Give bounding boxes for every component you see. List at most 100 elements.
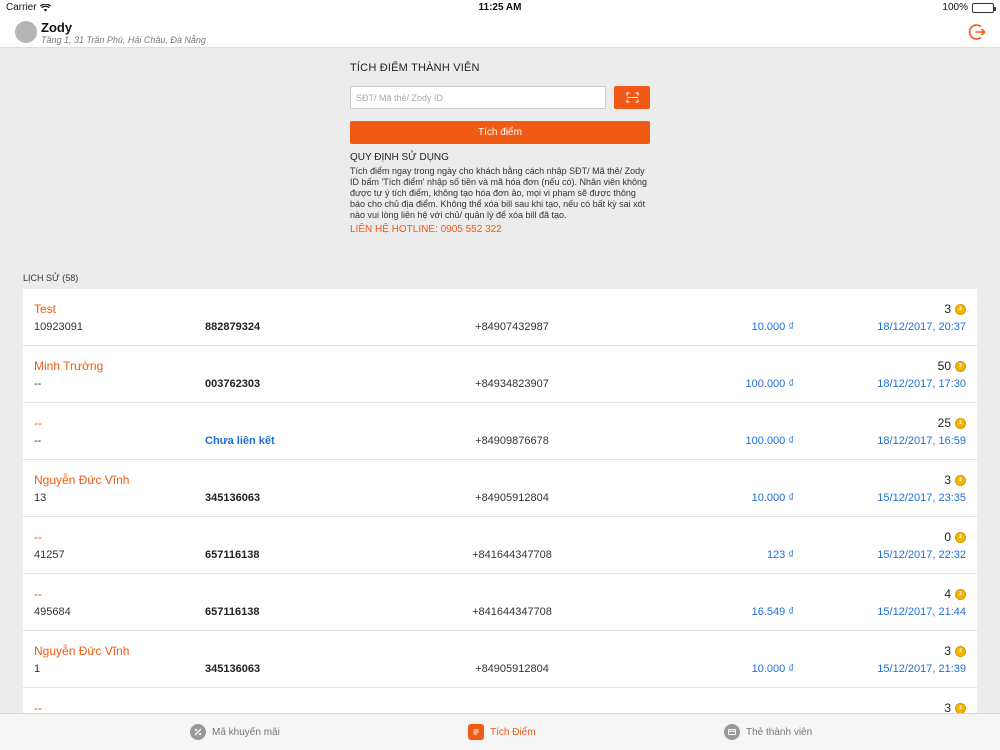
card-number: 345136063 <box>205 492 261 504</box>
rules-title: QUY ĐỊNH SỬ DỤNG <box>350 152 449 163</box>
history-row[interactable]: -- 3z <box>23 688 977 713</box>
bill-amount: 100.000 ₫ <box>745 378 794 390</box>
phone-number: +84905912804 <box>475 663 549 675</box>
hotline-link[interactable]: LIÊN HỆ HOTLINE: 0905 552 322 <box>350 224 650 235</box>
tab-earn-points[interactable]: Tích Điểm <box>468 724 536 740</box>
form-title: TÍCH ĐIỂM THÀNH VIÊN <box>350 62 480 74</box>
phone-number: +84905912804 <box>475 492 549 504</box>
points-earned: 25 z <box>938 416 966 430</box>
coin-icon: z <box>955 531 966 543</box>
bill-amount: 123 ₫ <box>766 549 794 561</box>
gear-badge-icon <box>190 724 206 740</box>
customer-name: Minh Trường <box>34 359 104 373</box>
transaction-date: 15/12/2017, 23:35 <box>877 492 966 504</box>
card-number: 882879324 <box>205 321 261 333</box>
points-earned: 3z <box>944 701 966 713</box>
transaction-date: 15/12/2017, 21:39 <box>877 663 966 675</box>
coin-icon: z <box>955 588 966 600</box>
coin-icon: z <box>955 474 966 486</box>
history-row[interactable]: Test 10923091 882879324 +84907432987 10.… <box>23 289 977 346</box>
search-row <box>350 86 650 109</box>
bill-code: 41257 <box>34 549 65 561</box>
transaction-date: 18/12/2017, 20:37 <box>877 321 966 333</box>
bill-amount: 10.000 ₫ <box>751 663 794 675</box>
customer-name: Test <box>34 302 57 316</box>
card-number: 657116138 <box>205 606 260 618</box>
qr-scan-icon <box>625 92 639 103</box>
battery-indicator: 100% <box>942 2 996 13</box>
receipt-icon <box>468 724 484 740</box>
coin-icon: z <box>955 360 966 372</box>
clock: 11:25 AM <box>478 2 522 13</box>
tab-bar: Mã khuyến mãi Tích Điểm Thẻ thành viên <box>0 713 1000 750</box>
bill-code: -- <box>34 435 42 447</box>
bill-code: 1 <box>34 663 41 675</box>
card-unlinked-status[interactable]: Chưa liên kết <box>205 435 275 447</box>
member-id-input[interactable] <box>350 86 606 109</box>
points-earned: 4z <box>944 587 966 601</box>
card-number: 657116138 <box>205 549 260 561</box>
transaction-date: 15/12/2017, 21:44 <box>877 606 966 618</box>
history-row[interactable]: -- 41257 657116138 +841644347708 123 ₫ 0… <box>23 517 977 574</box>
points-value: 3 <box>944 473 951 487</box>
card-icon <box>724 724 740 740</box>
tab-label: Mã khuyến mãi <box>212 726 280 738</box>
transaction-date: 18/12/2017, 17:30 <box>877 378 966 390</box>
tab-promotions[interactable]: Mã khuyến mãi <box>190 724 280 740</box>
status-bar: Carrier 11:25 AM 100% <box>0 0 1000 16</box>
phone-number: +84907432987 <box>475 321 549 333</box>
phone-number: +841644347708 <box>472 606 552 618</box>
points-form: TÍCH ĐIỂM THÀNH VIÊN Tích điểm QUY ĐỊNH … <box>350 62 650 235</box>
store-address: Tầng 1, 31 Trần Phú, Hải Châu, Đà Nẵng <box>41 35 206 45</box>
bill-code: 10923091 <box>34 321 83 333</box>
card-number: 345136063 <box>205 663 261 675</box>
points-value: 4 <box>944 587 951 601</box>
earn-points-button[interactable]: Tích điểm <box>350 121 650 144</box>
app-header: Zody Tầng 1, 31 Trần Phú, Hải Châu, Đà N… <box>0 16 1000 48</box>
customer-name: Nguyễn Đức Vĩnh <box>34 644 130 658</box>
transaction-date: 18/12/2017, 16:59 <box>877 435 966 447</box>
bill-amount: 10.000 ₫ <box>751 321 794 333</box>
coin-icon: z <box>955 702 966 713</box>
history-row[interactable]: -- 495684 657116138 +841644347708 16.549… <box>23 574 977 631</box>
history-list[interactable]: Test 10923091 882879324 +84907432987 10.… <box>23 289 977 713</box>
phone-number: +84934823907 <box>475 378 549 390</box>
tab-member-card[interactable]: Thẻ thành viên <box>724 724 812 740</box>
customer-name: -- <box>34 701 42 713</box>
customer-name: Nguyễn Đức Vĩnh <box>34 473 130 487</box>
transaction-date: 15/12/2017, 22:32 <box>877 549 966 561</box>
bill-code: -- <box>34 378 42 390</box>
points-earned: 3z <box>944 473 966 487</box>
history-label: LỊCH SỬ (58) <box>23 273 79 283</box>
tab-label: Thẻ thành viên <box>746 726 813 738</box>
points-value: 0 <box>944 530 951 544</box>
customer-name: -- <box>34 530 42 544</box>
history-row[interactable]: Nguyễn Đức Vĩnh 1 345136063 +84905912804… <box>23 631 977 688</box>
store-name: Zody <box>41 20 73 35</box>
logout-icon[interactable] <box>968 23 986 41</box>
points-earned: 50 z <box>938 359 966 373</box>
card-number: 003762303 <box>205 378 261 390</box>
history-row[interactable]: Minh Trường -- 003762303 +84934823907 10… <box>23 346 977 403</box>
points-value: 50 <box>937 359 951 373</box>
points-earned: 0z <box>944 530 966 544</box>
points-value: 25 <box>937 416 951 430</box>
coin-icon: z <box>955 645 966 657</box>
phone-number: +841644347708 <box>472 549 552 561</box>
battery-icon <box>972 2 996 13</box>
bill-amount: 10.000 ₫ <box>751 492 794 504</box>
customer-name: -- <box>34 416 42 430</box>
bill-amount: 16.549 ₫ <box>751 606 794 618</box>
scan-button[interactable] <box>614 86 650 109</box>
points-value: 3 <box>944 302 951 316</box>
points-earned: 3z <box>944 302 966 316</box>
rules-text: Tích điểm ngay trong ngày cho khách bằng… <box>350 166 647 220</box>
avatar[interactable] <box>15 21 37 43</box>
bill-code: 13 <box>34 492 47 504</box>
coin-icon: z <box>955 417 966 429</box>
history-row[interactable]: -- -- Chưa liên kết +84909876678 100.000… <box>23 403 977 460</box>
history-row[interactable]: Nguyễn Đức Vĩnh 13 345136063 +8490591280… <box>23 460 977 517</box>
battery-percent: 100% <box>942 2 968 13</box>
tab-label: Tích Điểm <box>490 726 536 738</box>
points-value: 3 <box>944 701 951 713</box>
